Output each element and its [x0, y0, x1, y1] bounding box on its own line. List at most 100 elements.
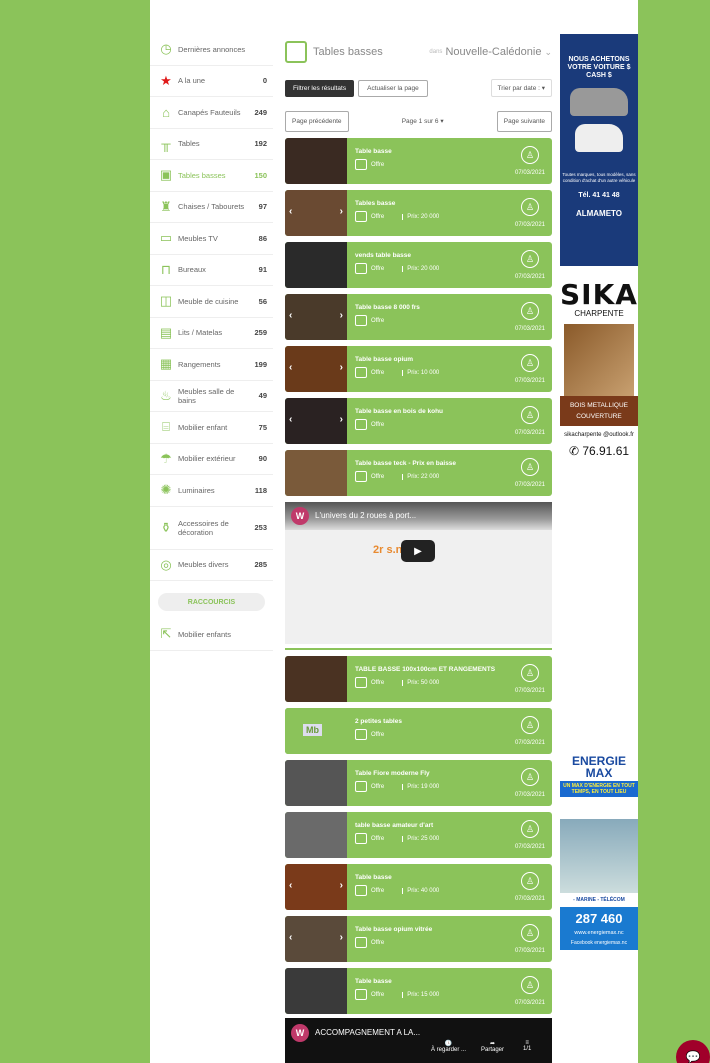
- next-image-icon[interactable]: ›: [340, 362, 343, 373]
- listing-thumbnail[interactable]: [285, 812, 347, 858]
- sidebar-item-3[interactable]: ⌂ Canapés Fauteuils 249: [150, 97, 273, 129]
- user-icon[interactable]: ♙: [521, 820, 539, 838]
- user-icon[interactable]: ♙: [521, 768, 539, 786]
- listing-card[interactable]: ‹ › Table basse opium Offre Prix: 10 000 ♙ 07/…: [285, 346, 552, 392]
- sidebar-item-10[interactable]: ▤ Lits / Matelas 259: [150, 318, 273, 349]
- prev-image-icon[interactable]: ‹: [289, 310, 292, 321]
- sidebar-item-17[interactable]: ◎ Meubles divers 285: [150, 550, 273, 581]
- chat-icon[interactable]: 💬: [676, 1040, 710, 1063]
- listing-thumbnail[interactable]: Mb: [285, 708, 347, 754]
- user-icon[interactable]: ♙: [521, 146, 539, 164]
- user-icon[interactable]: ♙: [521, 716, 539, 734]
- page-select[interactable]: Page 1 sur 6 ▾: [402, 117, 444, 125]
- user-icon[interactable]: ♙: [521, 406, 539, 424]
- listing-card[interactable]: Mb 2 petites tables Offre ♙ 07/03/2021: [285, 708, 552, 754]
- sidebar-item-2[interactable]: ★ A la une 0: [150, 66, 273, 97]
- listing-title[interactable]: Table basse 8 000 frs: [355, 304, 508, 311]
- sidebar-item-15[interactable]: ✺ Luminaires 118: [150, 475, 273, 507]
- sika-ad[interactable]: SIKA CHARPENTE BOIS METALLIQUE COUVERTUR…: [560, 268, 638, 504]
- next-image-icon[interactable]: ›: [340, 880, 343, 891]
- listing-title[interactable]: Tables basse: [355, 200, 508, 207]
- listing-card[interactable]: table basse amateur d'art Offre Prix: 25 0…: [285, 812, 552, 858]
- user-icon[interactable]: ♙: [521, 458, 539, 476]
- share-button[interactable]: ➦ Partager: [481, 1040, 504, 1053]
- energiemax-ad[interactable]: ENERGIE MAX UN MAX D'ENERGIE EN TOUT TEM…: [560, 755, 638, 983]
- listing-title[interactable]: vends table basse: [355, 252, 508, 259]
- play-icon[interactable]: ▶: [401, 540, 435, 562]
- listing-thumbnail[interactable]: [285, 760, 347, 806]
- listing-thumbnail[interactable]: ‹ ›: [285, 294, 347, 340]
- listing-card[interactable]: Table Fiore moderne Fly Offre Prix: 19 000…: [285, 760, 552, 806]
- listing-title[interactable]: Table basse en bois de kohu: [355, 408, 508, 415]
- listing-thumbnail[interactable]: [285, 450, 347, 496]
- video-ad-2[interactable]: W ACCOMPAGNEMENT A LA... 🕓 À regarder ...…: [285, 1018, 552, 1063]
- listing-card[interactable]: ‹ › Table basse opium vitrée Offre ♙ 07/03/20…: [285, 916, 552, 962]
- listing-title[interactable]: Table basse teck - Prix en baisse: [355, 460, 508, 467]
- sidebar-item-4[interactable]: ╥ Tables 192: [150, 129, 273, 160]
- listing-card[interactable]: ‹ › Table basse en bois de kohu Offre ♙ 07/03…: [285, 398, 552, 444]
- listing-thumbnail[interactable]: ‹ ›: [285, 190, 347, 236]
- prev-image-icon[interactable]: ‹: [289, 362, 292, 373]
- listing-card[interactable]: Table basse Offre ♙ 07/03/2021: [285, 138, 552, 184]
- sidebar-item-8[interactable]: ⊓ Bureaux 91: [150, 255, 273, 286]
- listing-title[interactable]: Table basse: [355, 148, 508, 155]
- filter-button[interactable]: Filtrer les résultats: [285, 79, 355, 97]
- next-image-icon[interactable]: ›: [340, 310, 343, 321]
- watch-later-button[interactable]: 🕓 À regarder ...: [431, 1040, 466, 1053]
- user-icon[interactable]: ♙: [521, 250, 539, 268]
- user-icon[interactable]: ♙: [521, 354, 539, 372]
- listing-title[interactable]: TABLE BASSE 100x100cm ET RANGEMENTS: [355, 666, 508, 673]
- listing-title[interactable]: 2 petites tables: [355, 718, 508, 725]
- next-page-button[interactable]: Page suivante: [496, 110, 552, 132]
- listing-thumbnail[interactable]: ‹ ›: [285, 346, 347, 392]
- sidebar-item-7[interactable]: ▭ Meubles TV 86: [150, 223, 273, 255]
- sidebar-item-11[interactable]: ▦ Rangements 199: [150, 349, 273, 381]
- user-icon[interactable]: ♙: [521, 976, 539, 994]
- listing-title[interactable]: Table basse opium vitrée: [355, 926, 508, 933]
- prev-image-icon[interactable]: ‹: [289, 880, 292, 891]
- video-ad[interactable]: W L'univers du 2 roues à port... 2r s.nc…: [285, 502, 552, 644]
- listing-thumbnail[interactable]: ‹ ›: [285, 916, 347, 962]
- listing-card[interactable]: ‹ › Tables basse Offre Prix: 20 000 ♙ 07/03/20…: [285, 190, 552, 236]
- sidebar-item-12[interactable]: ♨ Meubles salle de bains 49: [150, 381, 273, 412]
- next-image-icon[interactable]: ›: [340, 206, 343, 217]
- refresh-button[interactable]: Actualiser la page: [358, 79, 428, 97]
- listing-thumbnail[interactable]: ‹ ›: [285, 864, 347, 910]
- car-buying-ad[interactable]: NOUS ACHETONS VOTRE VOITURE $ CASH $ Tou…: [560, 34, 638, 266]
- prev-image-icon[interactable]: ‹: [289, 414, 292, 425]
- listing-title[interactable]: Table basse: [355, 874, 508, 881]
- listing-title[interactable]: table basse amateur d'art: [355, 822, 508, 829]
- sidebar-item-16[interactable]: ⚱ Accessoires de décoration 253: [150, 507, 273, 550]
- listing-thumbnail[interactable]: [285, 242, 347, 288]
- user-icon[interactable]: ♙: [521, 872, 539, 890]
- sidebar-item-6[interactable]: ♜ Chaises / Tabourets 97: [150, 192, 273, 223]
- sidebar-item-14[interactable]: ☂ Mobilier extérieur 90: [150, 444, 273, 475]
- prev-page-button[interactable]: Page précédente: [285, 110, 349, 132]
- playlist-icon[interactable]: ≡ 1/1: [523, 1040, 531, 1052]
- user-icon[interactable]: ♙: [521, 924, 539, 942]
- listing-card[interactable]: Table basse teck - Prix en baisse Offre Pr…: [285, 450, 552, 496]
- listing-title[interactable]: Table Fiore moderne Fly: [355, 770, 508, 777]
- listing-card[interactable]: ‹ › Table basse 8 000 frs Offre ♙ 07/03/2021: [285, 294, 552, 340]
- shortcut-mobilier-enfants[interactable]: ⇱ Mobilier enfants: [150, 619, 273, 651]
- listing-card[interactable]: Table basse Offre Prix: 15 000 ♙ 07/03/2021: [285, 968, 552, 1014]
- sort-select[interactable]: Trier par date : ▾: [490, 79, 552, 97]
- listing-title[interactable]: Table basse opium: [355, 356, 508, 363]
- listing-card[interactable]: ‹ › Table basse Offre Prix: 40 000 ♙ 07/03/202…: [285, 864, 552, 910]
- listing-card[interactable]: TABLE BASSE 100x100cm ET RANGEMENTS Offre…: [285, 656, 552, 702]
- listing-thumbnail[interactable]: [285, 656, 347, 702]
- sidebar-item-5[interactable]: ▣ Tables basses 150: [150, 160, 273, 192]
- user-icon[interactable]: ♙: [521, 302, 539, 320]
- sidebar-item-9[interactable]: ◫ Meuble de cuisine 56: [150, 286, 273, 318]
- listing-title[interactable]: Table basse: [355, 978, 508, 985]
- prev-image-icon[interactable]: ‹: [289, 206, 292, 217]
- sidebar-item-1[interactable]: ◷ Dernières annonces: [150, 34, 273, 66]
- prev-image-icon[interactable]: ‹: [289, 932, 292, 943]
- sidebar-item-13[interactable]: ⌸ Mobilier enfant 75: [150, 412, 273, 444]
- listing-thumbnail[interactable]: [285, 138, 347, 184]
- listing-card[interactable]: vends table basse Offre Prix: 20 000 ♙ 07/03…: [285, 242, 552, 288]
- next-image-icon[interactable]: ›: [340, 414, 343, 425]
- chevron-down-icon[interactable]: ⌄: [544, 47, 552, 58]
- user-icon[interactable]: ♙: [521, 664, 539, 682]
- region-select[interactable]: Nouvelle-Calédonie: [445, 46, 541, 58]
